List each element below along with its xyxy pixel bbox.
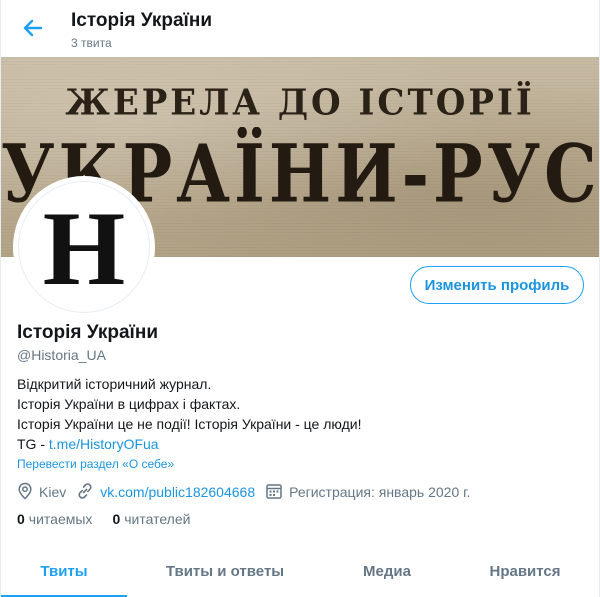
- avatar[interactable]: H: [13, 176, 155, 318]
- avatar-logo: H: [42, 190, 126, 307]
- location-text: Kiev: [39, 484, 67, 500]
- followers-count: 0: [112, 511, 121, 527]
- profile-handle: @Historia_UA: [17, 347, 106, 363]
- join-date-text: Регистрация: январь 2020 г.: [289, 484, 471, 500]
- link-icon: [76, 482, 100, 503]
- bio-line: Історія України це не події! Історія Укр…: [17, 416, 362, 432]
- tab-tweets-replies[interactable]: Твиты и ответы: [127, 546, 323, 597]
- bio-line-telegram: TG - t.me/HistoryOFua: [17, 434, 361, 454]
- bio-line: Відкритий історичний журнал.: [17, 376, 212, 392]
- tab-likes[interactable]: Нравится: [451, 546, 599, 597]
- location-pin-icon: [17, 482, 39, 503]
- following-stat[interactable]: 0 читаемых: [17, 511, 92, 527]
- tab-tweets[interactable]: Твиты: [1, 546, 127, 597]
- profile-header: Історія України 3 твита: [1, 0, 599, 57]
- location: Kiev: [17, 482, 66, 503]
- followers-label: читателей: [124, 511, 191, 527]
- profile-page: Історія України 3 твита ЖЕРЕЛА ДО ІСТОРІ…: [0, 0, 600, 597]
- followers-stat[interactable]: 0 читателей: [112, 511, 190, 527]
- profile-bio: Відкритий історичний журнал. Історія Укр…: [17, 374, 361, 454]
- follow-stats: 0 читаемых 0 читателей: [17, 511, 210, 527]
- website: vk.com/public182604668: [76, 482, 255, 503]
- website-link[interactable]: vk.com/public182604668: [100, 484, 255, 500]
- join-date: Регистрация: январь 2020 г.: [265, 482, 470, 503]
- telegram-link[interactable]: t.me/HistoryOFua: [49, 436, 159, 452]
- following-label: читаемых: [28, 511, 93, 527]
- bio-prefix: TG -: [17, 436, 49, 452]
- profile-tabs: Твиты Твиты и ответы Медиа Нравится: [1, 546, 599, 597]
- tweet-count: 3 твита: [71, 36, 112, 50]
- edit-profile-button[interactable]: Изменить профиль: [410, 266, 584, 304]
- tab-media[interactable]: Медиа: [323, 546, 451, 597]
- arrow-left-icon: [23, 19, 43, 42]
- following-count: 0: [17, 511, 25, 527]
- banner-text-top: ЖЕРЕЛА ДО ІСТОРІЇ: [65, 82, 535, 124]
- calendar-icon: [265, 482, 289, 503]
- back-button[interactable]: [15, 14, 51, 46]
- bio-line: Історія України в цифрах і фактах.: [17, 396, 241, 412]
- profile-name: Історія України: [17, 322, 159, 343]
- header-title: Історія України: [71, 10, 213, 31]
- profile-meta: Kiev vk.com/public182604668 Регистрация:…: [17, 482, 480, 502]
- translate-bio-link[interactable]: Перевести раздел «О себе»: [17, 457, 174, 471]
